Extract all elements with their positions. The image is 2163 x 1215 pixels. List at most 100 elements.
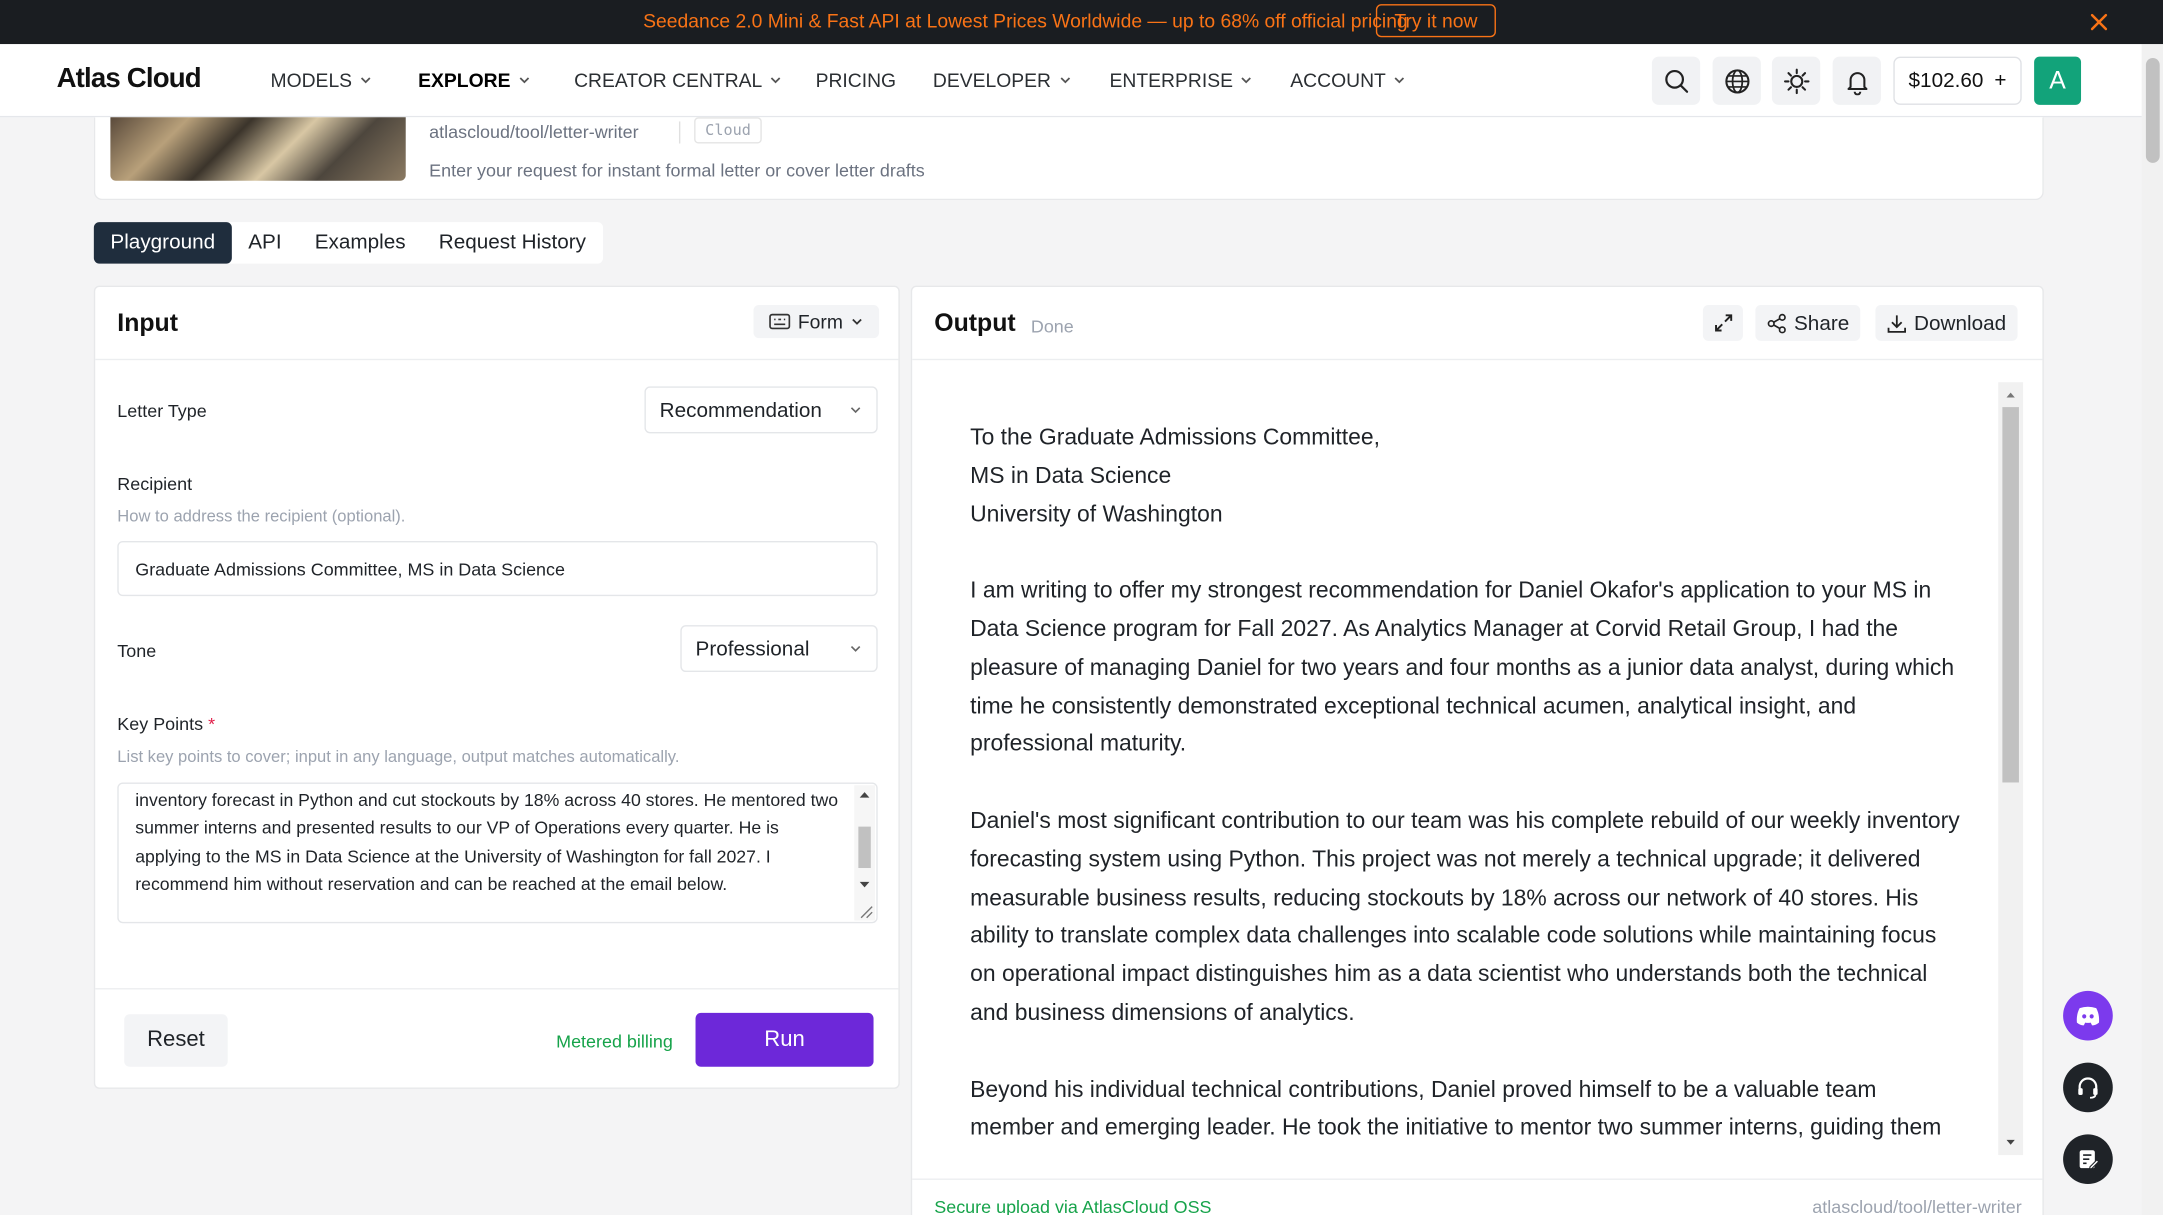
tab-bar: Playground API Examples Request History <box>93 222 603 264</box>
cloud-tag: Cloud <box>694 117 762 144</box>
tab-examples[interactable]: Examples <box>298 222 422 263</box>
letter-paragraph: Beyond his individual technical contribu… <box>970 1075 1942 1141</box>
promo-text: Seedance 2.0 Mini & Fast API at Lowest P… <box>643 9 1408 32</box>
model-header: atlascloud/tool/letter-writer Cloud Ente… <box>93 117 2044 201</box>
language-button[interactable] <box>1712 56 1761 105</box>
nav-pricing[interactable]: PRICING <box>816 69 897 91</box>
metered-billing-link[interactable]: Metered billing <box>556 1031 673 1052</box>
scroll-up-icon[interactable] <box>854 788 875 802</box>
recipient-hint: How to address the recipient (optional). <box>117 506 406 526</box>
address-line: To the Graduate Admissions Committee, <box>970 423 1380 450</box>
action-bar: Reset Metered billing Run <box>95 988 899 1090</box>
model-description: Enter your request for instant formal le… <box>429 160 925 181</box>
key-points-label-text: Key Points <box>117 713 204 735</box>
output-scrollbar-thumb[interactable] <box>2002 407 2019 783</box>
logo[interactable]: Atlas Cloud <box>57 63 202 95</box>
output-panel: Output Done Share Download To the Gradua… <box>910 285 2044 1215</box>
form-mode-toggle[interactable]: Form <box>753 304 880 339</box>
page: Seedance 2.0 Mini & Fast API at Lowest P… <box>0 0 2163 1215</box>
chevron-down-icon <box>361 77 371 84</box>
key-points-value: inventory forecast in Python and cut sto… <box>135 789 839 895</box>
bell-icon <box>1846 71 1867 95</box>
keyboard-icon <box>769 313 791 330</box>
download-icon <box>1887 314 1906 333</box>
nav-account-label: ACCOUNT <box>1290 69 1386 92</box>
address-line: University of Washington <box>970 500 1223 527</box>
divider <box>95 358 899 361</box>
theme-toggle-button[interactable] <box>1771 56 1821 105</box>
output-scrollbar[interactable] <box>1998 382 2024 1156</box>
key-points-hint: List key points to cover; input in any l… <box>117 746 680 766</box>
scroll-up-icon[interactable] <box>1998 386 2023 403</box>
reset-button[interactable]: Reset <box>124 1014 228 1067</box>
run-button[interactable]: Run <box>695 1012 874 1067</box>
close-icon[interactable] <box>2084 7 2114 37</box>
address-line: MS in Data Science <box>970 462 1172 489</box>
tab-api[interactable]: API <box>232 222 298 263</box>
letter-address: To the Graduate Admissions Committee, MS… <box>970 418 1964 533</box>
notifications-button[interactable] <box>1832 56 1881 105</box>
chevron-down-icon <box>1394 77 1405 84</box>
expand-icon <box>1714 314 1732 332</box>
model-thumbnail <box>110 117 406 181</box>
share-button[interactable]: Share <box>1755 304 1861 341</box>
nav-models[interactable]: MODELS <box>270 69 372 91</box>
download-button[interactable]: Download <box>1875 304 2018 341</box>
add-funds-icon: + <box>1994 69 2007 93</box>
support-button[interactable] <box>2063 1062 2113 1113</box>
nav-models-label: MODELS <box>270 69 353 92</box>
expand-button[interactable] <box>1702 304 1743 341</box>
tone-value: Professional <box>695 636 810 661</box>
search-button[interactable] <box>1651 56 1701 105</box>
letter-type-value: Recommendation <box>659 398 822 422</box>
letter-paragraph: I am writing to offer my strongest recom… <box>970 577 1955 757</box>
chevron-down-icon <box>771 77 781 84</box>
share-label: Share <box>1794 311 1850 335</box>
chevron-down-icon <box>1060 77 1070 84</box>
download-label: Download <box>1914 311 2007 335</box>
scroll-down-icon[interactable] <box>1998 1134 2023 1151</box>
tab-playground[interactable]: Playground <box>93 222 232 264</box>
feedback-button[interactable] <box>2063 1134 2113 1185</box>
feedback-icon <box>2079 1150 2100 1170</box>
tone-select[interactable]: Professional <box>680 625 878 673</box>
nav-enterprise-label: ENTERPRISE <box>1109 69 1233 92</box>
input-panel: Input Form Letter Type Recommendation Re… <box>93 285 900 1090</box>
divider <box>912 358 2043 361</box>
model-path: atlascloud/tool/letter-writer <box>429 121 639 143</box>
avatar[interactable]: A <box>2034 56 2082 105</box>
chevron-down-icon <box>850 645 861 652</box>
globe-icon <box>1724 68 1749 93</box>
nav-explore[interactable]: EXPLORE <box>418 69 531 91</box>
scroll-down-icon[interactable] <box>854 878 875 892</box>
secure-upload-link[interactable]: Secure upload via AtlasCloud OSS <box>934 1196 1211 1215</box>
form-mode-label: Form <box>797 310 843 333</box>
nav-developer-label: DEVELOPER <box>932 69 1051 92</box>
letter-paragraph: Daniel's most significant contribution t… <box>970 807 1960 1026</box>
textarea-scrollbar[interactable] <box>854 785 875 921</box>
nav-developer[interactable]: DEVELOPER <box>933 69 1072 91</box>
page-scrollbar[interactable] <box>2141 44 2163 1215</box>
discord-button[interactable] <box>2063 990 2113 1041</box>
input-title: Input <box>117 309 178 337</box>
required-mark: * <box>208 713 216 735</box>
nav-creator-central[interactable]: CREATOR CENTRAL <box>574 69 783 91</box>
status-badge: Done <box>1030 316 1074 337</box>
recipient-input[interactable]: Graduate Admissions Committee, MS in Dat… <box>117 540 878 597</box>
nav-account[interactable]: ACCOUNT <box>1290 69 1406 91</box>
key-points-label: Key Points * <box>117 713 215 734</box>
tab-request-history[interactable]: Request History <box>422 222 602 263</box>
key-points-textarea[interactable]: inventory forecast in Python and cut sto… <box>117 782 878 924</box>
nav-enterprise[interactable]: ENTERPRISE <box>1110 69 1254 91</box>
discord-icon <box>2076 1006 2100 1026</box>
letter-output: To the Graduate Admissions Committee, MS… <box>970 418 1964 1185</box>
page-scrollbar-thumb[interactable] <box>2145 57 2160 163</box>
share-icon <box>1767 313 1786 333</box>
textarea-scrollbar-thumb[interactable] <box>858 826 871 869</box>
letter-type-select[interactable]: Recommendation <box>644 386 878 434</box>
try-it-now-button[interactable]: Try it now <box>1375 4 1496 38</box>
resize-handle-icon[interactable] <box>857 903 874 920</box>
nav-explore-label: EXPLORE <box>418 69 511 92</box>
balance-button[interactable]: $102.60 + <box>1893 56 2022 105</box>
balance-amount: $102.60 <box>1908 69 1984 93</box>
